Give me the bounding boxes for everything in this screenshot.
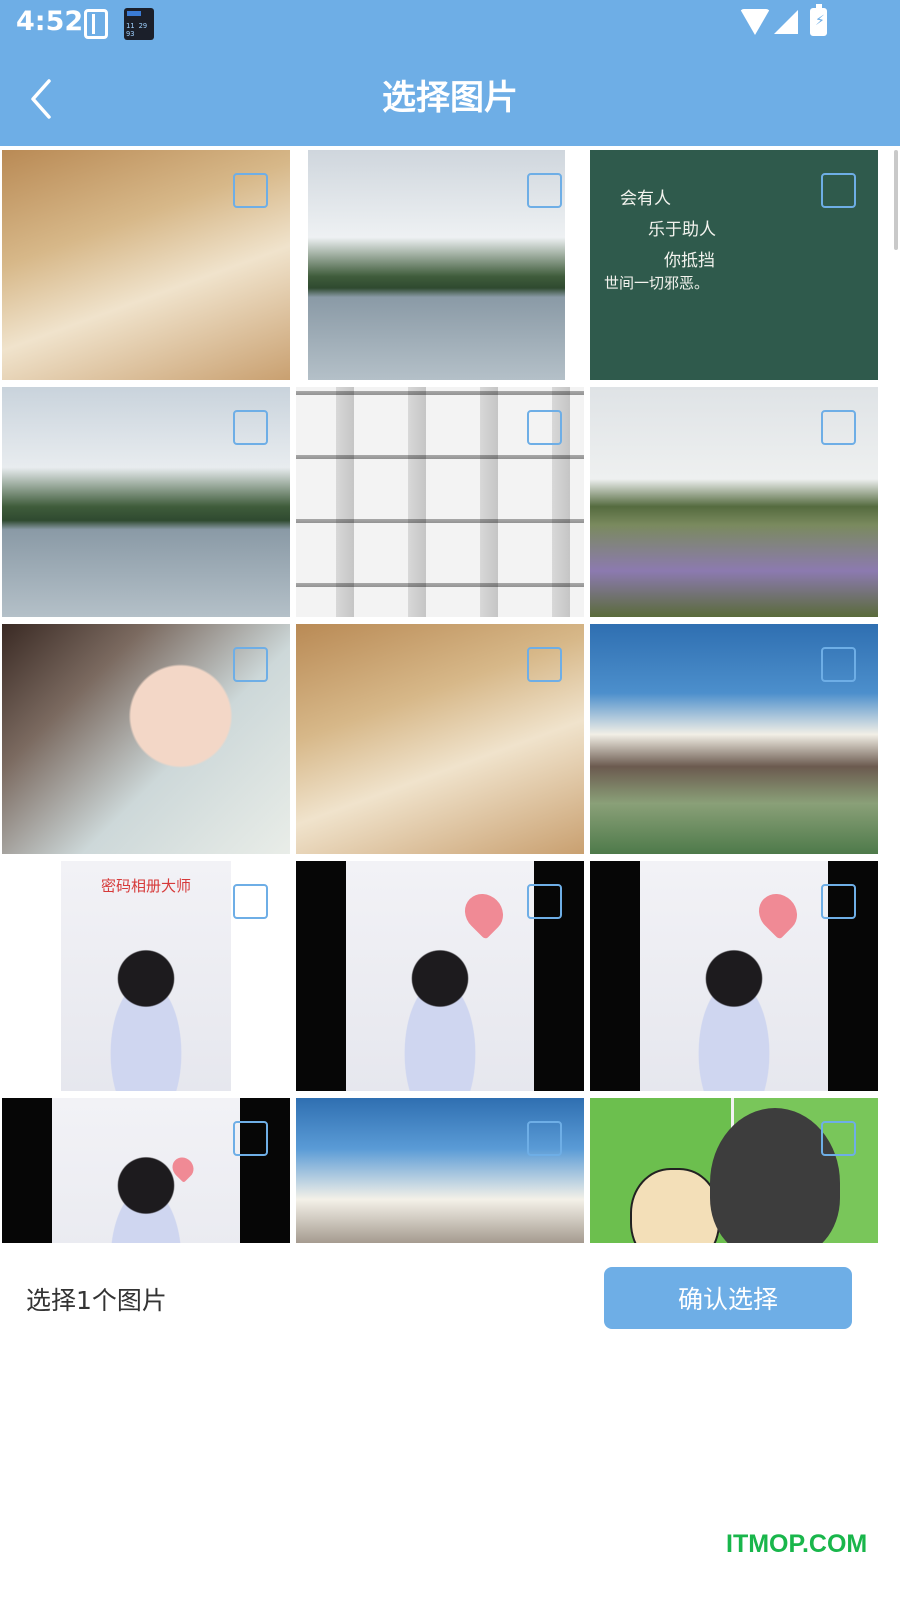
select-checkbox[interactable] xyxy=(821,647,856,682)
photo-tile-poster-caption[interactable]: 密码相册大师 xyxy=(2,861,290,1091)
photo-tile-poster-hearts[interactable] xyxy=(296,861,584,1091)
status-time: 4:52 xyxy=(16,6,84,37)
status-bar: 4:52 11 29 93 ⚡ xyxy=(0,0,900,50)
select-checkbox[interactable] xyxy=(821,173,856,208)
select-checkbox[interactable] xyxy=(821,1121,856,1156)
app-notification-icon: 11 29 93 xyxy=(124,8,154,40)
quote-line: 世间一切邪恶。 xyxy=(604,274,710,292)
grid-scrollbar[interactable] xyxy=(894,150,898,250)
photo-tile-reading-tea[interactable] xyxy=(2,150,290,380)
image-grid[interactable]: 会有人 乐于助人 你抵挡 世间一切邪恶。 密码相册大师 xyxy=(2,150,900,1274)
select-checkbox[interactable] xyxy=(233,884,268,919)
select-checkbox[interactable] xyxy=(233,410,268,445)
photo-poster-flower xyxy=(52,1098,240,1243)
photo-tile-lake-hat-framed[interactable] xyxy=(296,150,584,380)
selected-count-label: 选择1个图片 xyxy=(26,1286,167,1315)
select-checkbox[interactable] xyxy=(233,1121,268,1156)
app-header: 选择图片 xyxy=(0,50,900,146)
selection-footer: 选择1个图片 确认选择 xyxy=(0,1245,900,1353)
select-checkbox[interactable] xyxy=(527,647,562,682)
page-title: 选择图片 xyxy=(382,78,518,118)
photo-poster-hearts xyxy=(346,861,534,1091)
select-checkbox[interactable] xyxy=(233,173,268,208)
photo-tile-sky-clouds[interactable] xyxy=(296,1098,584,1243)
photo-tile-painted-portrait[interactable] xyxy=(2,624,290,854)
photo-tile-poster-flower[interactable] xyxy=(2,1098,290,1243)
photo-poster-caption: 密码相册大师 xyxy=(61,861,231,1091)
select-checkbox[interactable] xyxy=(527,1121,562,1156)
select-checkbox[interactable] xyxy=(821,410,856,445)
photo-cartoon-dogs xyxy=(590,1098,878,1243)
select-checkbox[interactable] xyxy=(527,410,562,445)
photo-tile-architecture[interactable] xyxy=(296,387,584,617)
wifi-icon xyxy=(740,9,770,35)
photo-poster-hearts-2 xyxy=(640,861,828,1091)
cell-signal-icon xyxy=(774,10,798,34)
quote-line: 你抵挡 xyxy=(664,251,715,271)
phone-outline-icon xyxy=(84,9,108,39)
select-checkbox[interactable] xyxy=(527,173,562,208)
watermark: ITMOP.COM xyxy=(726,1530,868,1558)
photo-tile-poster-hearts-2[interactable] xyxy=(590,861,878,1091)
photo-tile-field-two-girls[interactable] xyxy=(590,387,878,617)
photo-tile-chalkboard-quote[interactable]: 会有人 乐于助人 你抵挡 世间一切邪恶。 xyxy=(590,150,878,380)
photo-tile-cartoon-dogs[interactable] xyxy=(590,1098,878,1243)
confirm-selection-button[interactable]: 确认选择 xyxy=(604,1267,852,1329)
select-checkbox[interactable] xyxy=(233,647,268,682)
photo-tile-mountain-clouds[interactable] xyxy=(590,624,878,854)
select-checkbox[interactable] xyxy=(821,884,856,919)
photo-sky-clouds xyxy=(296,1098,584,1243)
poster-caption: 密码相册大师 xyxy=(100,877,191,895)
photo-tile-lake-hat[interactable] xyxy=(2,387,290,617)
quote-line: 乐于助人 xyxy=(648,220,716,240)
photo-tile-reading-tea-2[interactable] xyxy=(296,624,584,854)
select-checkbox[interactable] xyxy=(527,884,562,919)
battery-charging-icon: ⚡ xyxy=(810,4,827,36)
quote-line: 会有人 xyxy=(620,189,671,209)
